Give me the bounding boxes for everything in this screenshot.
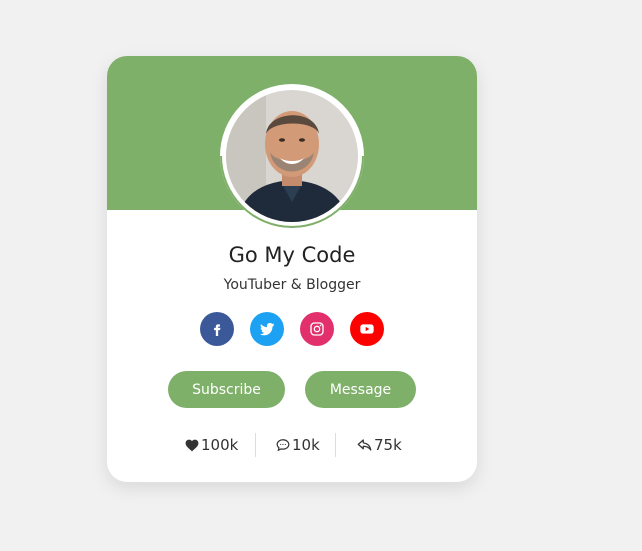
message-button[interactable]: Message bbox=[305, 371, 416, 408]
avatar bbox=[226, 90, 358, 222]
instagram-button[interactable] bbox=[300, 312, 334, 346]
profile-name: Go My Code bbox=[228, 243, 356, 267]
likes-stat: 100k bbox=[185, 435, 238, 455]
subscribe-button[interactable]: Subscribe bbox=[168, 371, 285, 408]
user-portrait-icon bbox=[226, 90, 358, 222]
profile-card: Go My Code YouTuber & Blogger Subscribe … bbox=[107, 56, 477, 482]
comments-stat: 10k bbox=[276, 435, 320, 455]
shares-stat: 75k bbox=[357, 435, 402, 455]
stats-divider bbox=[255, 433, 256, 457]
facebook-icon bbox=[214, 324, 221, 336]
comments-count: 10k bbox=[292, 436, 320, 454]
youtube-button[interactable] bbox=[350, 312, 384, 346]
twitter-icon bbox=[259, 322, 275, 336]
heart-icon bbox=[185, 439, 199, 451]
comment-icon bbox=[276, 439, 290, 452]
facebook-button[interactable] bbox=[200, 312, 234, 346]
twitter-button[interactable] bbox=[250, 312, 284, 346]
share-reply-icon bbox=[357, 439, 372, 451]
avatar-frame bbox=[220, 84, 364, 228]
likes-count: 100k bbox=[201, 436, 239, 454]
profile-role: YouTuber & Blogger bbox=[223, 277, 361, 293]
instagram-icon bbox=[310, 322, 324, 336]
stats-divider bbox=[335, 433, 336, 457]
shares-count: 75k bbox=[374, 436, 402, 454]
youtube-icon bbox=[360, 324, 374, 334]
